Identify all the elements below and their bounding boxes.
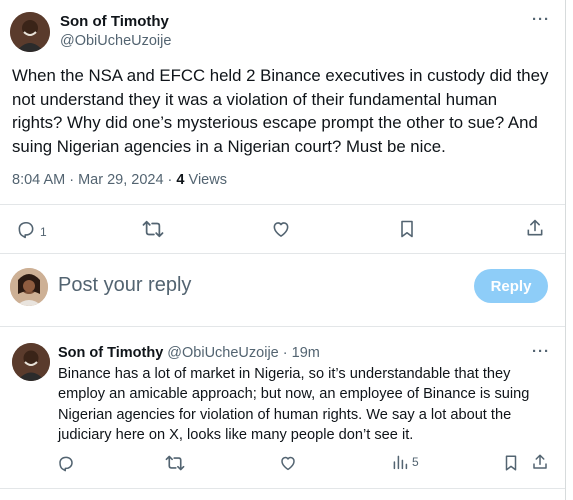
reply-header: Son of Timothy @ObiUcheUzoije · 19m: [58, 345, 320, 361]
views-label: Views: [184, 172, 227, 188]
reply-share-action[interactable]: [531, 453, 549, 471]
like-icon: [271, 219, 291, 239]
tweet-meta: 8:04 AM · Mar 29, 2024 · 4 Views: [12, 172, 227, 188]
reply-views-count: 5: [412, 455, 419, 469]
reply-like-action[interactable]: [279, 454, 297, 472]
tweet-timestamp[interactable]: 8:04 AM · Mar 29, 2024 ·: [12, 172, 176, 188]
tweet-detail-page: Son of Timothy @ObiUcheUzoije ··· When t…: [0, 0, 573, 500]
reply-text: Binance has a lot of market in Nigeria, …: [58, 366, 530, 444]
share-icon: [525, 218, 545, 238]
reply-button[interactable]: Reply: [474, 269, 548, 303]
more-dots-icon[interactable]: ···: [532, 343, 550, 360]
reply-input[interactable]: Post your reply: [58, 274, 191, 297]
divider: [0, 253, 565, 254]
like-action[interactable]: [271, 219, 291, 239]
share-icon: [531, 453, 549, 471]
retweet-action[interactable]: [142, 219, 164, 239]
like-icon: [279, 454, 297, 472]
reply-action[interactable]: 1: [16, 219, 47, 239]
reply-author-name[interactable]: Son of Timothy: [58, 345, 163, 361]
author-handle[interactable]: @ObiUcheUzoije: [60, 33, 171, 49]
retweet-icon: [165, 454, 185, 472]
reply-timestamp[interactable]: 19m: [292, 345, 320, 361]
divider: [0, 204, 565, 205]
views-icon: [392, 454, 408, 470]
reply-author-avatar[interactable]: [12, 343, 50, 381]
divider: [0, 488, 565, 489]
share-action[interactable]: [525, 218, 545, 238]
reply-bookmark-action[interactable]: [503, 454, 519, 472]
reply-icon: [57, 454, 75, 472]
reply-count: 1: [40, 225, 47, 239]
author-avatar[interactable]: [10, 12, 50, 52]
bookmark-icon: [503, 454, 519, 472]
reply-views-action[interactable]: 5: [392, 454, 419, 470]
more-dots-icon[interactable]: ···: [532, 11, 550, 28]
bookmark-icon: [398, 219, 416, 239]
reply-author-handle[interactable]: @ObiUcheUzoije: [167, 345, 278, 361]
retweet-icon: [142, 219, 164, 239]
reply-icon: [16, 219, 36, 239]
divider: [0, 326, 565, 327]
reply-retweet-action[interactable]: [165, 454, 185, 472]
tweet-text: When the NSA and EFCC held 2 Binance exe…: [12, 66, 549, 156]
current-user-avatar[interactable]: [10, 268, 48, 306]
bookmark-action[interactable]: [398, 219, 416, 239]
views-count: 4: [176, 172, 185, 188]
reply-separator: ·: [278, 345, 292, 361]
column-border: [565, 0, 566, 500]
author-name[interactable]: Son of Timothy: [60, 13, 169, 30]
reply-reply-action[interactable]: [57, 454, 75, 472]
